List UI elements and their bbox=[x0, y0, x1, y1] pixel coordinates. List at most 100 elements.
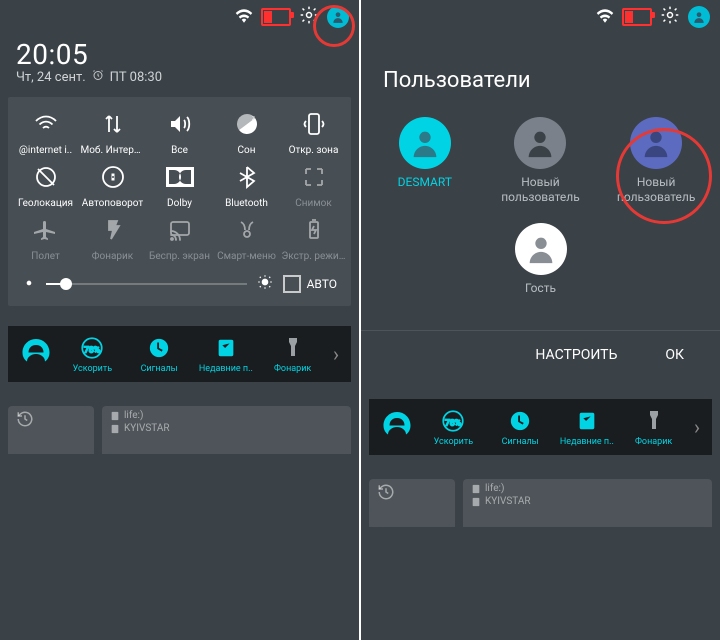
qs-label: Bluetooth bbox=[225, 198, 268, 209]
screenshot-icon bbox=[297, 160, 331, 194]
user-avatar-icon bbox=[399, 117, 451, 169]
qs-label: Полет bbox=[31, 251, 60, 262]
chevron-right-icon[interactable]: › bbox=[327, 342, 345, 366]
qs-label: Автоповорот bbox=[82, 198, 143, 209]
signals-icon bbox=[506, 407, 534, 435]
dock-item-boost[interactable]: 78%Ускорить bbox=[421, 407, 486, 447]
qs-label: Смарт-меню bbox=[217, 251, 276, 262]
clock-block: 20:05 Чт, 24 сент. ПТ 08:30 bbox=[0, 34, 359, 91]
history-icon[interactable] bbox=[377, 483, 447, 501]
dolby-icon bbox=[163, 160, 197, 194]
recent-icon bbox=[212, 334, 240, 362]
brightness-auto-checkbox[interactable]: АВТО bbox=[283, 275, 337, 293]
qs-label: Экстр. режим bbox=[282, 251, 346, 262]
qs-tile-sound[interactable]: Все bbox=[148, 107, 212, 156]
qs-tile-flash[interactable]: Фонарик bbox=[81, 213, 145, 262]
history-icon[interactable] bbox=[16, 410, 86, 428]
sim1-label: life:) bbox=[485, 483, 504, 494]
status-bar bbox=[361, 0, 720, 34]
battery-saver-icon bbox=[297, 213, 331, 247]
dock-item-torch[interactable]: Фонарик bbox=[621, 407, 686, 447]
status-bar bbox=[0, 0, 359, 34]
qs-tile-screenshot[interactable]: Снимок bbox=[282, 160, 346, 209]
clock-time: 20:05 bbox=[16, 38, 343, 71]
wifi-icon bbox=[596, 8, 614, 27]
qs-label: Dolby bbox=[167, 198, 192, 209]
dock-item-recent[interactable]: Недавние п.. bbox=[555, 407, 620, 447]
airplane-icon bbox=[29, 213, 63, 247]
clock-date: Чт, 24 сент. bbox=[16, 70, 86, 85]
svg-text:78%: 78% bbox=[84, 345, 100, 355]
qs-label: @internet i.. bbox=[19, 145, 72, 156]
settings-gear-icon[interactable] bbox=[299, 5, 319, 29]
qs-label: Геолокация bbox=[18, 198, 73, 209]
user-avatar-icon bbox=[515, 223, 567, 275]
hotspot-icon bbox=[297, 107, 331, 141]
users-grid: DESMARTНовый пользовательНовый пользоват… bbox=[361, 109, 720, 304]
qs-label: Беспр. экран bbox=[149, 251, 210, 262]
qs-label: Снимок bbox=[295, 198, 332, 209]
dock-logo-icon[interactable] bbox=[375, 405, 419, 449]
dock-item-torch[interactable]: Фонарик bbox=[260, 334, 325, 374]
qs-tile-airplane[interactable]: Полет bbox=[14, 213, 78, 262]
chevron-right-icon[interactable]: › bbox=[688, 415, 706, 439]
data-icon bbox=[96, 107, 130, 141]
qs-tile-rotate[interactable]: Автоповорот bbox=[81, 160, 145, 209]
user-switch-icon[interactable] bbox=[327, 6, 349, 28]
user-switch-icon[interactable] bbox=[688, 6, 710, 28]
boost-icon: 78% bbox=[78, 334, 106, 362]
dock-label: Сигналы bbox=[502, 437, 539, 447]
users-title: Пользователи bbox=[361, 34, 720, 109]
qs-tile-dolby[interactable]: Dolby bbox=[148, 160, 212, 209]
user-name-label: Новый пользователь bbox=[485, 175, 595, 205]
rotate-icon bbox=[96, 160, 130, 194]
bottom-dock: 78% Ускорить СигналыНедавние п..Фонарик› bbox=[8, 326, 351, 382]
user-name-label: Гость bbox=[525, 281, 556, 296]
notification-cards: life:) KYIVSTAR bbox=[369, 479, 712, 527]
qs-tile-hotspot[interactable]: Откр. зона bbox=[282, 107, 346, 156]
ok-button[interactable]: ОК bbox=[665, 347, 684, 363]
settings-gear-icon[interactable] bbox=[660, 5, 680, 29]
dock-item-recent[interactable]: Недавние п.. bbox=[194, 334, 259, 374]
dock-item-signals[interactable]: Сигналы bbox=[488, 407, 553, 447]
alarm-time: ПТ 08:30 bbox=[110, 70, 162, 85]
qs-tile-data[interactable]: Моб. Интернет bbox=[81, 107, 145, 156]
notification-cards: life:) KYIVSTAR bbox=[8, 406, 351, 454]
qs-tile-battery-saver[interactable]: Экстр. режим bbox=[282, 213, 346, 262]
qs-label: Моб. Интернет bbox=[81, 145, 145, 156]
brightness-slider[interactable]: АВТО bbox=[22, 274, 337, 294]
qs-tile-cast[interactable]: Беспр. экран bbox=[148, 213, 212, 262]
bottom-dock: 78%Ускорить Сигналы Недавние п.. Фонарик › bbox=[369, 399, 712, 455]
cast-icon bbox=[163, 213, 197, 247]
sim2-label: KYIVSTAR bbox=[485, 496, 531, 507]
qs-tile-location[interactable]: Геолокация bbox=[14, 160, 78, 209]
qs-label: Откр. зона bbox=[289, 145, 339, 156]
right-phone: Пользователи DESMARTНовый пользовательНо… bbox=[361, 0, 720, 640]
dock-label: Ускорить bbox=[434, 437, 473, 447]
sound-icon bbox=[163, 107, 197, 141]
user-tile-3[interactable]: Гость bbox=[486, 223, 596, 296]
qs-tile-dnd[interactable]: zСон bbox=[215, 107, 279, 156]
wifi-icon bbox=[235, 8, 253, 27]
settings-button[interactable]: НАСТРОИТЬ bbox=[535, 347, 617, 363]
user-tile-1[interactable]: Новый пользователь bbox=[485, 117, 595, 205]
dock-label: Ускорить bbox=[73, 364, 112, 374]
qs-tile-wifi[interactable]: @internet i.. bbox=[14, 107, 78, 156]
qs-tile-smart[interactable]: Смарт-меню bbox=[215, 213, 279, 262]
dock-logo-icon[interactable] bbox=[14, 332, 58, 376]
recent-icon bbox=[573, 407, 601, 435]
dock-item-signals[interactable]: Сигналы bbox=[127, 334, 192, 374]
quick-settings-panel: @internet i.. Моб. ИнтернетВсеzСон Откр. з… bbox=[8, 97, 351, 306]
flash-icon bbox=[96, 213, 130, 247]
user-tile-0[interactable]: DESMART bbox=[370, 117, 480, 205]
user-avatar-icon bbox=[630, 117, 682, 169]
battery-icon bbox=[261, 8, 291, 26]
sim1-label: life:) bbox=[124, 410, 143, 421]
svg-text:z: z bbox=[252, 115, 255, 122]
dock-label: Фонарик bbox=[635, 437, 672, 447]
dock-item-boost[interactable]: 78% Ускорить bbox=[60, 334, 125, 374]
qs-tile-bluetooth[interactable]: Bluetooth bbox=[215, 160, 279, 209]
torch-icon bbox=[640, 407, 668, 435]
user-tile-2[interactable]: Новый пользователь bbox=[601, 117, 711, 205]
dock-label: Недавние п.. bbox=[560, 437, 614, 447]
